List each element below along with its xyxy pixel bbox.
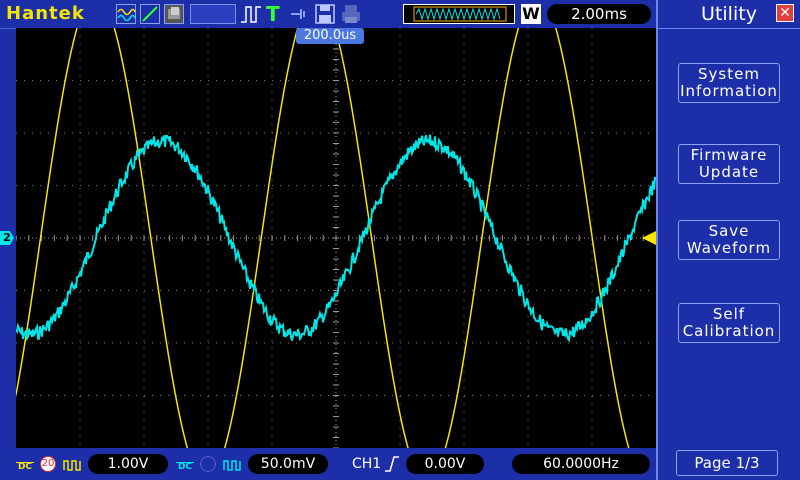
ch2-bandwidth-limit-icon — [200, 456, 216, 472]
vectors-icon[interactable] — [140, 4, 160, 24]
utility-menu: Utility ✕ System Information Firmware Up… — [656, 0, 800, 480]
print-icon[interactable] — [340, 3, 362, 25]
connection-icon — [289, 6, 311, 22]
frequency-readout: 60.0000Hz — [512, 454, 650, 474]
ch2-scale-readout[interactable]: 50.0mV — [248, 454, 328, 474]
save-icon[interactable] — [314, 3, 336, 25]
waveform-display-icon[interactable] — [116, 4, 136, 24]
ch1-coupling-icon: DC — [16, 454, 34, 474]
trigger-T-icon: T — [266, 2, 280, 26]
trigger-edge-icon — [384, 456, 400, 476]
ch2-level-marker[interactable]: 2 — [0, 231, 14, 245]
ch1-invert-icon — [63, 457, 83, 476]
acquisition-status-box — [190, 4, 236, 24]
firmware-update-button[interactable]: Firmware Update — [678, 144, 780, 184]
self-calibration-button[interactable]: Self Calibration — [678, 303, 780, 343]
ch2-invert-icon — [223, 457, 243, 476]
trigger-pulse-icon — [240, 4, 262, 24]
page-indicator-button[interactable]: Page 1/3 — [676, 450, 778, 476]
waveform-display[interactable] — [16, 28, 656, 448]
waveform-canvas — [16, 28, 656, 448]
trigger-level-readout[interactable]: 0.00V — [406, 454, 484, 474]
close-icon[interactable]: ✕ — [776, 4, 794, 22]
save-waveform-button[interactable]: Save Waveform — [678, 220, 780, 260]
system-information-button[interactable]: System Information — [678, 63, 780, 103]
bottom-status-bar: DC 20 1.00V DC 50.0mV CH1 0.00V 60.0000H… — [0, 448, 656, 480]
brand-logo: Hantek — [6, 3, 85, 24]
ch2-coupling-icon: DC — [176, 454, 194, 474]
horizontal-position-label: 200.0us — [296, 28, 364, 44]
timebase-readout[interactable]: 2.00ms — [547, 4, 651, 24]
memory-depth-indicator — [403, 4, 515, 24]
run-status-badge: W — [521, 4, 541, 24]
top-status-bar: Hantek T W 2.00ms — [0, 0, 656, 29]
ch1-scale-readout[interactable]: 1.00V — [88, 454, 168, 474]
persistence-icon[interactable] — [164, 4, 184, 24]
ch1-bandwidth-limit-icon: 20 — [40, 456, 56, 472]
trigger-source-label: CH1 — [352, 456, 382, 472]
